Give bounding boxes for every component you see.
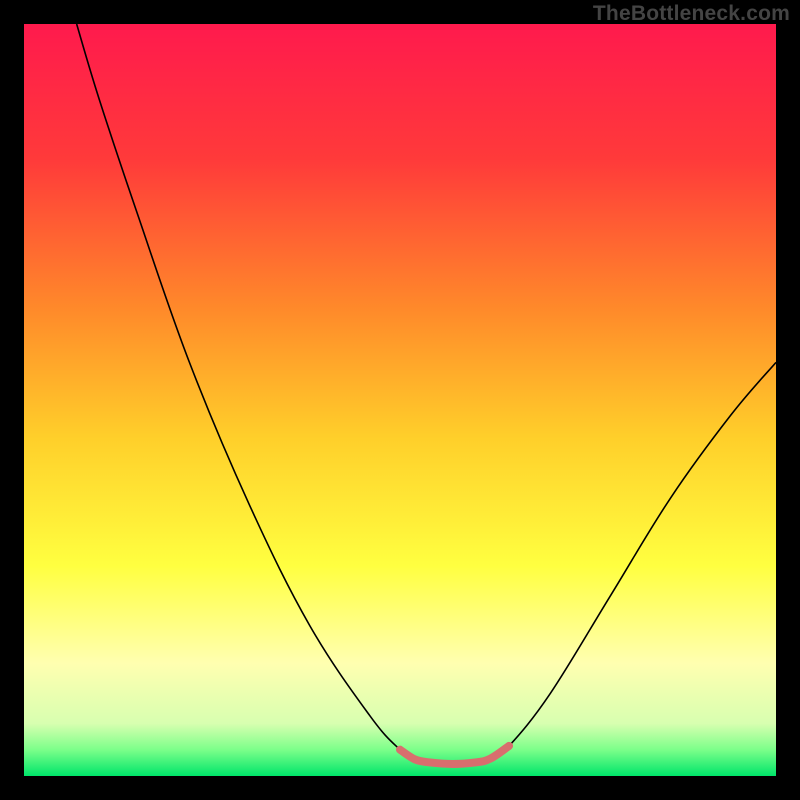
plot-area [24, 24, 776, 776]
chart-frame: TheBottleneck.com [0, 0, 800, 800]
chart-svg [24, 24, 776, 776]
gradient-background [24, 24, 776, 776]
watermark-text: TheBottleneck.com [593, 2, 790, 26]
